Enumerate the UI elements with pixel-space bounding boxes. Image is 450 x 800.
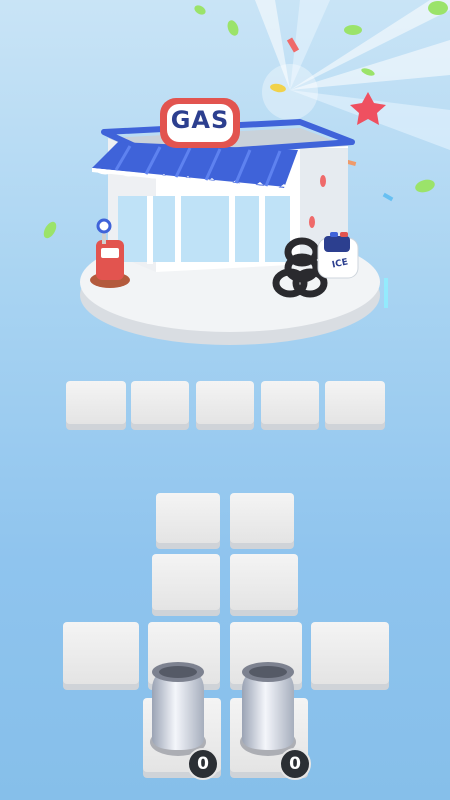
pipe-right[interactable] <box>240 662 296 756</box>
tile-board <box>63 381 389 778</box>
tile-slot[interactable] <box>196 381 254 430</box>
tile[interactable] <box>156 493 220 549</box>
tile[interactable] <box>230 493 294 549</box>
tile-slot[interactable] <box>131 381 189 430</box>
tile[interactable] <box>63 622 139 690</box>
tile[interactable] <box>230 554 298 616</box>
tile-slot[interactable] <box>261 381 319 430</box>
tile[interactable] <box>311 622 389 690</box>
tile-grid-bottom <box>63 493 389 778</box>
tile-slot[interactable] <box>325 381 385 430</box>
pipe-left[interactable] <box>150 662 206 756</box>
pipe-left-counter: 0 <box>187 748 219 780</box>
tile[interactable] <box>152 554 220 616</box>
tile-slot[interactable] <box>66 381 126 430</box>
tile-row-top <box>66 381 385 430</box>
pipe-right-counter: 0 <box>279 748 311 780</box>
